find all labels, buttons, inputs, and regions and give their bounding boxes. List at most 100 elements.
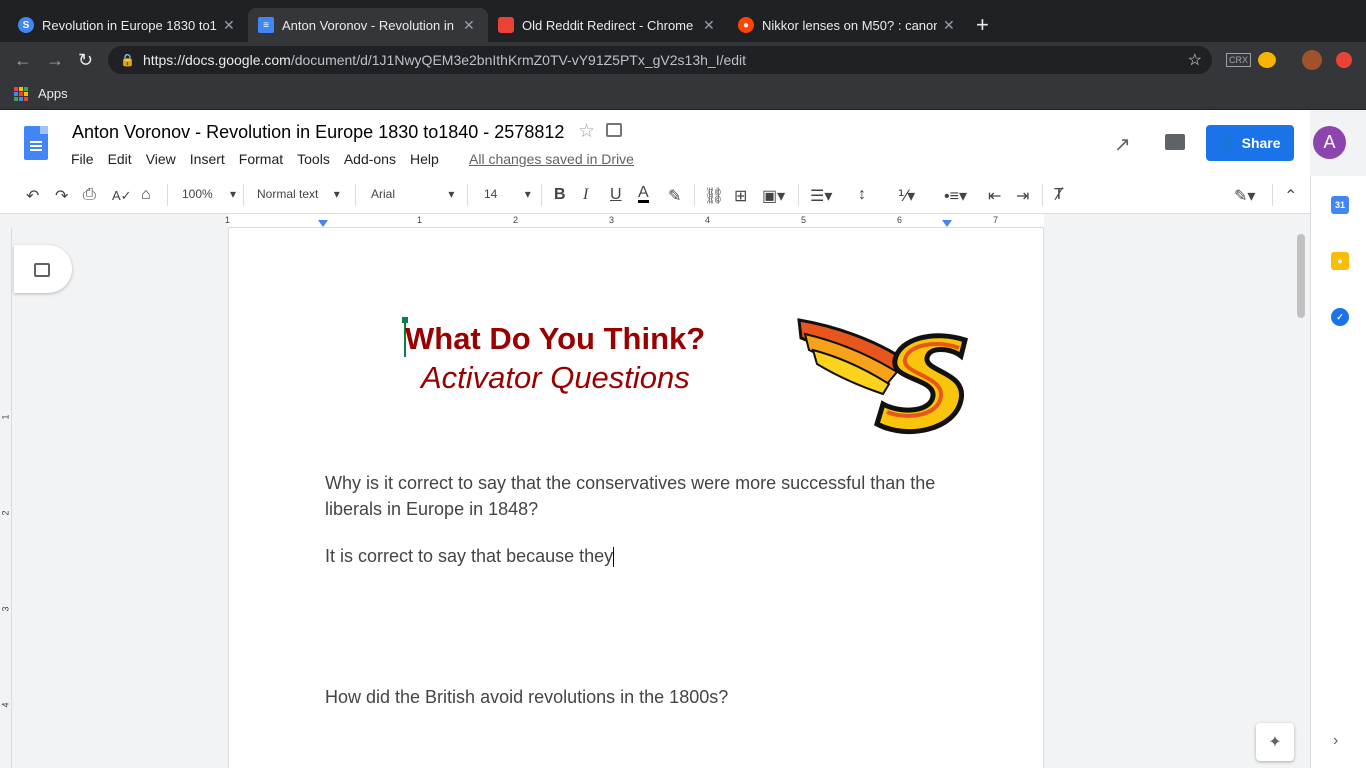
menu-tools[interactable]: Tools bbox=[297, 151, 330, 167]
profile-avatar[interactable] bbox=[1302, 50, 1322, 70]
document-title[interactable]: Anton Voronov - Revolution in Europe 183… bbox=[72, 122, 564, 143]
reload-icon[interactable]: ↻ bbox=[78, 50, 93, 71]
browser-tab-2[interactable]: ≡ Anton Voronov - Revolution in E ✕ bbox=[248, 8, 488, 42]
update-icon[interactable] bbox=[1336, 52, 1352, 68]
chevron-down-icon: ▾ bbox=[524, 187, 531, 201]
tab-label: Nikkor lenses on M50? : canon bbox=[762, 17, 937, 33]
editing-mode-icon[interactable]: ✎▾ bbox=[1234, 186, 1255, 206]
font-size-select[interactable]: 14 ▾ bbox=[484, 187, 531, 201]
menu-insert[interactable]: Insert bbox=[190, 151, 225, 167]
font-select[interactable]: Arial ▾ bbox=[371, 187, 454, 201]
browser-tab-1[interactable]: S Revolution in Europe 1830 to18 ✕ bbox=[8, 8, 248, 42]
redo-icon[interactable]: ↷ bbox=[55, 186, 68, 206]
keep-icon[interactable]: ● bbox=[1331, 252, 1349, 270]
highlight-icon[interactable]: ✎ bbox=[668, 186, 681, 206]
zoom-select[interactable]: 100% ▾ bbox=[182, 187, 236, 201]
chevron-down-icon: ▾ bbox=[448, 187, 455, 201]
document-page[interactable]: What Do You Think? Activator Questions W… bbox=[228, 228, 1044, 768]
document-outline-button[interactable] bbox=[14, 245, 72, 293]
right-indent-marker[interactable] bbox=[942, 220, 952, 227]
page-scrollbar[interactable] bbox=[1297, 234, 1305, 318]
bookmarks-bar: Apps bbox=[0, 78, 1366, 110]
ruler-number: 1 bbox=[417, 215, 423, 225]
url-field[interactable]: 🔒 https://docs.google.com /document/d/1J… bbox=[108, 46, 1212, 74]
close-icon[interactable]: ✕ bbox=[943, 17, 955, 34]
align-icon[interactable]: ☰▾ bbox=[810, 186, 832, 206]
increase-indent-icon[interactable]: ⇥ bbox=[1016, 186, 1029, 206]
bold-icon[interactable]: B bbox=[554, 186, 566, 204]
question-1: Why is it correct to say that the conser… bbox=[325, 473, 936, 519]
menu-help[interactable]: Help bbox=[410, 151, 439, 167]
ruler-number: 2 bbox=[0, 510, 11, 516]
s-circle-icon: S bbox=[18, 17, 34, 33]
insert-comment-icon[interactable]: ⊞ bbox=[734, 186, 747, 206]
bulleted-list-icon[interactable]: •≡▾ bbox=[944, 186, 967, 206]
ruler-number: 5 bbox=[801, 215, 807, 225]
menu-edit[interactable]: Edit bbox=[108, 151, 132, 167]
winged-s-logo bbox=[797, 318, 968, 434]
menu-addons[interactable]: Add-ons bbox=[344, 151, 396, 167]
outline-icon bbox=[34, 263, 50, 277]
webstore-icon bbox=[498, 17, 514, 33]
decrease-indent-icon[interactable]: ⇤ bbox=[988, 186, 1001, 206]
forward-icon[interactable]: → bbox=[46, 50, 64, 71]
close-icon[interactable]: ✕ bbox=[703, 17, 715, 34]
ruler-number: 6 bbox=[897, 215, 903, 225]
numbered-list-icon[interactable]: ⅟▾ bbox=[898, 186, 915, 206]
tasks-icon[interactable]: ✓ bbox=[1331, 308, 1349, 326]
answer-1[interactable]: It is correct to say that because they bbox=[325, 543, 945, 569]
extension-icon[interactable] bbox=[1258, 52, 1276, 68]
activity-trend-icon[interactable]: ↗ bbox=[1114, 132, 1131, 157]
close-icon[interactable]: ✕ bbox=[463, 17, 475, 34]
underline-icon[interactable]: U bbox=[610, 186, 622, 204]
collapse-icon[interactable]: ⌃ bbox=[1284, 186, 1297, 206]
account-avatar[interactable]: A bbox=[1313, 126, 1346, 159]
menu-format[interactable]: Format bbox=[239, 151, 283, 167]
crx-extension-icon[interactable]: CRX bbox=[1226, 53, 1252, 67]
url-path: /document/d/1J1NwyQEM3e2bnIthKrmZ0TV-vY9… bbox=[290, 52, 747, 68]
answer-text: It is correct to say that because they bbox=[325, 546, 614, 566]
back-icon[interactable]: ← bbox=[14, 50, 32, 71]
tab-label: Old Reddit Redirect - Chrome W bbox=[522, 17, 697, 33]
menu-bar: File Edit View Insert Format Tools Add-o… bbox=[71, 151, 453, 167]
paint-format-icon[interactable]: ⌂ bbox=[141, 186, 151, 204]
style-value: Normal text bbox=[257, 187, 319, 201]
left-indent-marker[interactable] bbox=[318, 220, 328, 227]
star-icon[interactable]: ☆ bbox=[578, 120, 595, 143]
new-tab-button[interactable]: + bbox=[976, 12, 989, 38]
save-status[interactable]: All changes saved in Drive bbox=[469, 151, 634, 167]
menu-file[interactable]: File bbox=[71, 151, 94, 167]
horizontal-ruler: 1 1 2 3 4 5 6 7 bbox=[0, 214, 1310, 228]
menu-view[interactable]: View bbox=[146, 151, 176, 167]
bookmark-star-icon[interactable]: ☆ bbox=[1188, 50, 1202, 70]
italic-icon[interactable]: I bbox=[583, 186, 588, 204]
clear-formatting-icon[interactable]: Ⱦ bbox=[1054, 186, 1064, 204]
comment-icon[interactable] bbox=[1165, 134, 1185, 150]
undo-icon[interactable]: ↶ bbox=[26, 186, 39, 206]
explore-button[interactable]: ✦ bbox=[1256, 723, 1294, 761]
close-icon[interactable]: ✕ bbox=[223, 17, 235, 34]
text-color-icon[interactable]: A bbox=[638, 185, 649, 203]
docs-header: Anton Voronov - Revolution in Europe 183… bbox=[0, 110, 1346, 176]
move-to-drive-icon[interactable] bbox=[606, 123, 622, 137]
chevron-right-icon[interactable]: › bbox=[1333, 732, 1338, 750]
style-select[interactable]: Normal text ▾ bbox=[257, 187, 340, 201]
vertical-ruler: 1 2 3 4 bbox=[0, 228, 12, 768]
ruler-number: 7 bbox=[993, 215, 999, 225]
link-icon[interactable]: ⛓ bbox=[704, 186, 724, 206]
people-icon: 👤 bbox=[1219, 135, 1236, 150]
share-button[interactable]: 👤 Share bbox=[1206, 125, 1294, 161]
browser-tab-3[interactable]: Old Reddit Redirect - Chrome W ✕ bbox=[488, 8, 728, 42]
docs-logo-icon[interactable] bbox=[24, 126, 48, 160]
explore-icon: ✦ bbox=[1268, 734, 1282, 751]
question-2: How did the British avoid revolutions in… bbox=[325, 687, 729, 707]
line-spacing-icon[interactable]: ↕ bbox=[858, 186, 866, 204]
print-icon[interactable]: ⎙ bbox=[83, 186, 96, 204]
calendar-icon[interactable]: 31 bbox=[1331, 196, 1349, 214]
browser-tab-4[interactable]: ● Nikkor lenses on M50? : canon ✕ bbox=[728, 8, 968, 42]
spellcheck-icon[interactable]: A✓ bbox=[112, 188, 132, 204]
apps-grid-icon[interactable] bbox=[14, 86, 28, 101]
apps-bookmark[interactable]: Apps bbox=[38, 86, 68, 101]
insert-image-icon[interactable]: ▣▾ bbox=[762, 186, 785, 206]
address-bar: ← → ↻ 🔒 https://docs.google.com /documen… bbox=[0, 42, 1366, 78]
